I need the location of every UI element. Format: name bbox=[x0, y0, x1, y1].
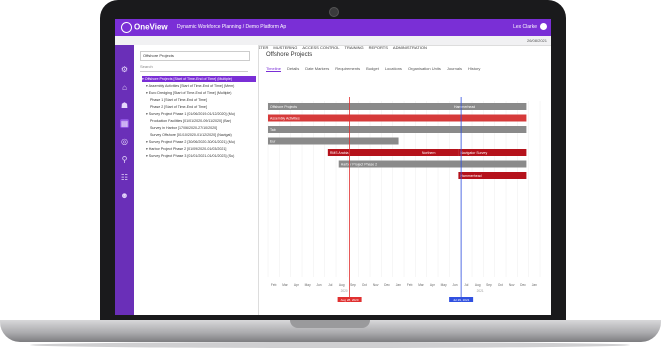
user-name[interactable]: Lex Clarke bbox=[513, 24, 537, 30]
month-tick-label: Jun bbox=[452, 283, 457, 287]
month-tick-label: Jan bbox=[532, 283, 537, 287]
tab-locations[interactable]: Locations bbox=[385, 66, 402, 71]
gantt-bar-label: Eur bbox=[270, 140, 276, 144]
tab-history[interactable]: History bbox=[468, 66, 480, 71]
tab-date-markers[interactable]: Date Markers bbox=[305, 66, 329, 71]
tab-details[interactable]: Details bbox=[287, 66, 299, 71]
tree-item[interactable]: ▾ Survey Project Phase 2 [30/06/2020-30/… bbox=[146, 139, 256, 145]
month-tick-label: Sep bbox=[486, 283, 492, 287]
gantt-bar-label: Harbor Project Phase 2 bbox=[341, 163, 377, 167]
brand-logo[interactable]: OneView bbox=[121, 22, 168, 33]
search-input[interactable]: Search bbox=[140, 63, 248, 72]
people-icon[interactable]: ☗ bbox=[120, 101, 129, 110]
month-tick-label: Nov bbox=[509, 283, 515, 287]
month-tick-label: Apr bbox=[294, 283, 300, 287]
month-tick-label: Jan bbox=[396, 283, 401, 287]
month-tick-label: Apr bbox=[430, 283, 436, 287]
tree-item[interactable]: ▾ Euro Dredging [Start of Time-End of Ti… bbox=[146, 90, 256, 96]
month-tick-label: Oct bbox=[498, 283, 503, 287]
tree-item[interactable]: Survey in Harbor [17/06/2020-27/10/2020] bbox=[150, 125, 256, 131]
gantt-bar[interactable] bbox=[268, 137, 399, 145]
webcam-icon bbox=[329, 7, 339, 17]
tree-item[interactable]: ▾ Assembly Activities [Start of Time-End… bbox=[146, 83, 256, 89]
laptop-shadow bbox=[30, 342, 630, 348]
tab-requirements[interactable]: Requirements bbox=[335, 66, 360, 71]
year-tick-label: 2020 bbox=[341, 289, 348, 293]
date-marker-label: Jul 29, 2021 bbox=[453, 298, 470, 302]
org-chart-icon[interactable]: ▦ bbox=[120, 119, 129, 128]
tree-item[interactable]: Phase 2 [Start of Time-End of Time] bbox=[150, 104, 256, 110]
gantt-bar-label: Navigator Survey bbox=[460, 151, 487, 155]
tree-item[interactable]: ▾ Harbor Project Phase 2 [01/09/2020-01/… bbox=[146, 146, 256, 152]
gantt-bar-label: Offshore Projects bbox=[270, 105, 297, 109]
month-tick-label: May bbox=[441, 283, 447, 287]
page-title: Offshore Projects bbox=[266, 52, 313, 58]
tab-bar: Timeline Details Date Markers Requirements B… bbox=[266, 66, 486, 72]
month-tick-label: Sep bbox=[350, 283, 356, 287]
month-tick-label: Jun bbox=[316, 283, 321, 287]
laptop-notch bbox=[290, 320, 370, 328]
tree-item[interactable]: ▾ Offshore Projects [Start of Time-End o… bbox=[142, 76, 256, 82]
gantt-bar-label: Assembly Activities bbox=[270, 117, 300, 121]
settings-icon[interactable]: ⚙ bbox=[120, 65, 129, 74]
tree-item[interactable]: ▾ Survey Project Phase 3 [01/01/2021-01/… bbox=[146, 153, 256, 159]
month-tick-label: Nov bbox=[373, 283, 379, 287]
month-tick-label: May bbox=[305, 283, 311, 287]
month-tick-label: Aug bbox=[339, 283, 345, 287]
home-icon[interactable]: ⌂ bbox=[120, 83, 129, 92]
tab-budget[interactable]: Budget bbox=[366, 66, 379, 71]
screen: OneView Dynamic Workforce Planning / Dem… bbox=[115, 19, 551, 315]
brand-name: OneView bbox=[134, 22, 168, 32]
gantt-bar-end-label: Northern bbox=[422, 151, 436, 155]
gantt-bar-end-label: Hammerhead bbox=[454, 105, 475, 109]
clock-icon[interactable]: ◎ bbox=[120, 137, 129, 146]
month-tick-label: Oct bbox=[362, 283, 367, 287]
left-rail: ⚙ ⌂ ☗ ▦ ◎ ⚲ ☷ ☻ bbox=[115, 45, 134, 315]
main-panel: Offshore Projects Timeline Details Date Ma… bbox=[258, 45, 551, 315]
tree-item[interactable]: Survey Offshore [01/10/2020-01/12/2020] … bbox=[150, 132, 256, 138]
gantt-bar-label: Hammerhead bbox=[460, 174, 481, 178]
gantt-bar-label: Tab bbox=[270, 128, 276, 132]
month-tick-label: Dec bbox=[384, 283, 390, 287]
menu-date: 26/08/2021 bbox=[526, 38, 547, 43]
month-tick-label: Dec bbox=[520, 283, 526, 287]
date-marker-label: Aug 28, 2020 bbox=[341, 298, 359, 302]
breadcrumb[interactable]: Dynamic Workforce Planning / Demo Platfo… bbox=[177, 24, 286, 30]
month-tick-label: Mar bbox=[282, 283, 288, 287]
roster-icon[interactable]: ☷ bbox=[120, 173, 129, 182]
top-bar: OneView Dynamic Workforce Planning / Dem… bbox=[115, 19, 551, 36]
tree-item[interactable]: Production Facilities [01/01/2020-09/11/… bbox=[150, 118, 256, 124]
month-tick-label: Feb bbox=[407, 283, 413, 287]
gantt-bar[interactable] bbox=[268, 103, 527, 110]
tab-organisation-units[interactable]: Organisation Units bbox=[408, 66, 441, 71]
year-tick-label: 2021 bbox=[477, 289, 484, 293]
oneview-logo-icon bbox=[121, 22, 132, 33]
user-icon[interactable]: ☻ bbox=[120, 191, 129, 200]
search-icon[interactable]: ⚲ bbox=[120, 155, 129, 164]
gantt-bar[interactable] bbox=[268, 114, 527, 122]
tree-item[interactable]: ▾ Survey Project Phase 1 [01/06/2019-01/… bbox=[146, 111, 256, 117]
month-tick-label: Aug bbox=[475, 283, 481, 287]
tree-item[interactable]: Phase 1 [Start of Time-End of Time] bbox=[150, 97, 256, 103]
month-tick-label: Mar bbox=[418, 283, 424, 287]
gantt-bar-label: RMS Arabia bbox=[330, 151, 349, 155]
project-tree: Offshore Projects Search ▾ Offshore Proj… bbox=[134, 45, 259, 315]
month-tick-label: Jul bbox=[464, 283, 468, 287]
gantt-chart[interactable]: Offshore Projects Hammerhead Assembly Acti… bbox=[258, 77, 551, 315]
gantt-bar[interactable] bbox=[268, 126, 527, 133]
user-avatar-icon[interactable] bbox=[540, 23, 547, 30]
project-dropdown[interactable]: Offshore Projects bbox=[140, 51, 250, 61]
month-tick-label: Jul bbox=[328, 283, 332, 287]
month-tick-label: Feb bbox=[271, 283, 277, 287]
tab-timeline[interactable]: Timeline bbox=[266, 66, 281, 72]
tab-journals[interactable]: Journals bbox=[447, 66, 462, 71]
